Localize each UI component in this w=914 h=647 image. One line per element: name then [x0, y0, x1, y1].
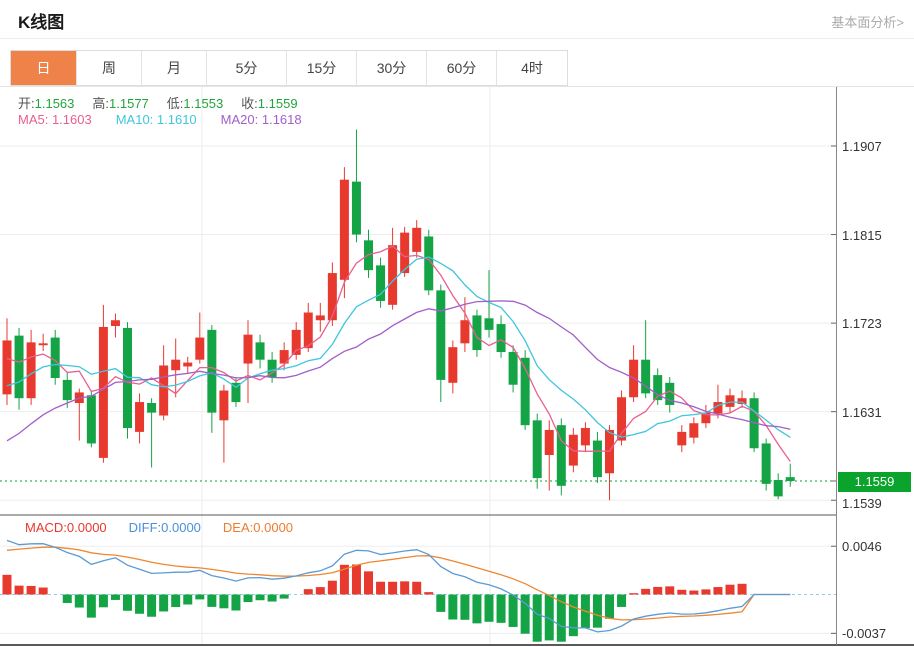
high-label: 高:	[92, 96, 109, 111]
current-price-badge: 1.1559	[838, 472, 911, 492]
y-tick-2: 1.1815	[842, 228, 912, 243]
ma20-legend: MA20: 1.1618	[221, 112, 302, 127]
y-tick-min: 1.1539	[842, 496, 912, 511]
macd-value: MACD:0.0000	[25, 520, 107, 535]
ma5-legend: MA5: 1.1603	[18, 112, 92, 127]
y-tick-1: 1.1907	[842, 139, 912, 154]
macd-tick-max: 0.0046	[842, 539, 912, 554]
macd-legend: MACD:0.0000 DIFF:0.0000 DEA:0.0000	[25, 520, 293, 535]
high-value: 1.1577	[109, 96, 149, 111]
open-label: 开:	[18, 96, 35, 111]
ohlc-legend: 开:1.1563 高:1.1577 低:1.1553 收:1.1559	[18, 93, 298, 112]
close-value: 1.1559	[258, 96, 298, 111]
ma10-legend: MA10: 1.1610	[116, 112, 197, 127]
macd-tick-min: -0.0037	[842, 626, 912, 641]
diff-value: DIFF:0.0000	[129, 520, 201, 535]
y-tick-3: 1.1723	[842, 316, 912, 331]
low-value: 1.1553	[183, 96, 223, 111]
close-label: 收:	[241, 96, 258, 111]
y-tick-4: 1.1631	[842, 405, 912, 420]
open-value: 1.1563	[35, 96, 75, 111]
dea-value: DEA:0.0000	[223, 520, 293, 535]
ma-legend: MA5: 1.1603 MA10: 1.1610 MA20: 1.1618	[18, 112, 302, 127]
low-label: 低:	[167, 96, 184, 111]
kline-app: K线图 基本面分析> 日 周 月 5分 15分 30分 60分 4时 开:1.1…	[0, 0, 914, 647]
